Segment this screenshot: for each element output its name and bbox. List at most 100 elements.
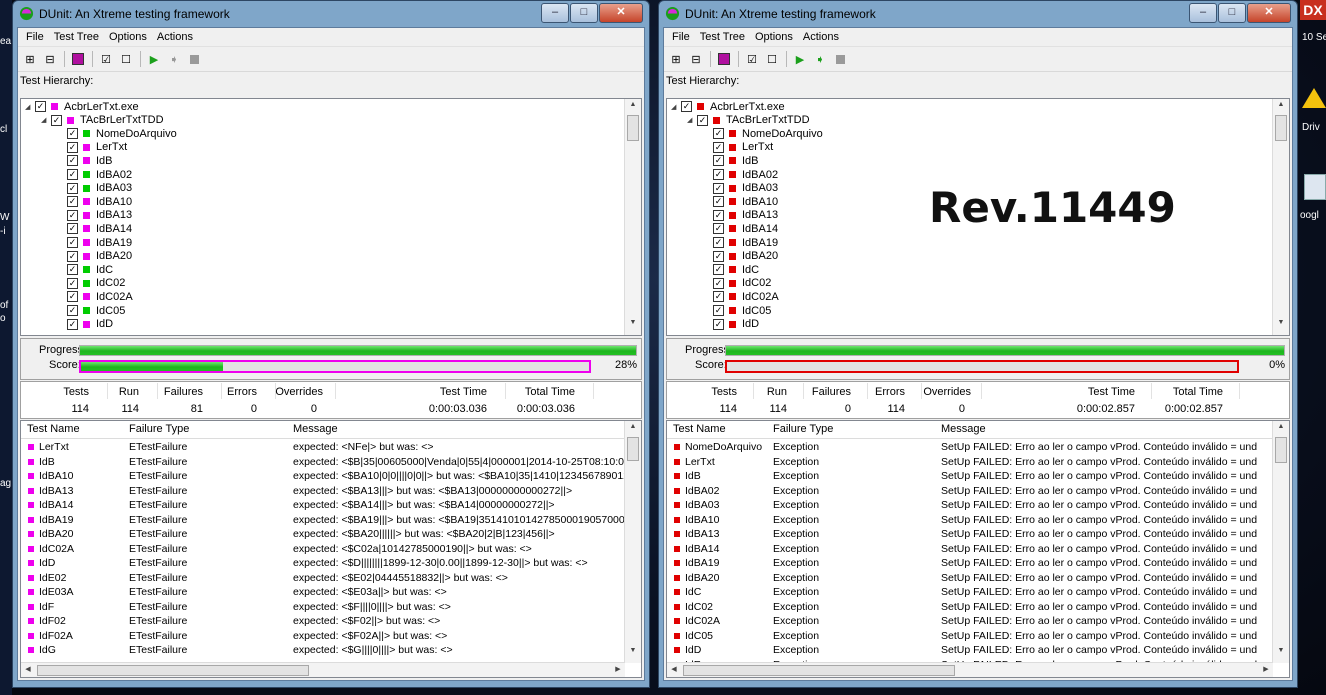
failure-row[interactable]: IdF02 ETestFailure expected: <$F02||> but … xyxy=(21,614,625,628)
failure-vertical-scrollbar[interactable]: ▲ ▼ xyxy=(1272,421,1289,663)
check-icon[interactable]: ☑ xyxy=(744,51,760,67)
failure-row[interactable]: IdC Exception SetUp FAILED: Erro ao ler o … xyxy=(667,585,1273,599)
tree-checkbox[interactable]: ✓ xyxy=(697,114,708,126)
expand-all-icon[interactable]: ⊞ xyxy=(668,51,684,67)
tree-node[interactable]: ◢ ✓ TAcBrLerTxtTDD xyxy=(687,114,810,127)
expand-all-icon[interactable]: ⊞ xyxy=(22,51,38,67)
expand-arrow-icon[interactable]: ◢ xyxy=(41,116,49,124)
tree-checkbox[interactable]: ✓ xyxy=(35,101,46,112)
failure-row[interactable]: IdF ETestFailure expected: <$F||||0||||> b… xyxy=(21,600,625,614)
failure-row[interactable]: NomeDoArquivo Exception SetUp FAILED: Erro… xyxy=(667,440,1273,454)
close-button[interactable]: ✕ xyxy=(1247,3,1291,23)
scroll-thumb[interactable] xyxy=(1275,115,1287,141)
tree-checkbox[interactable]: ✓ xyxy=(713,155,724,167)
tree-node[interactable]: ✓ IdC05 xyxy=(703,304,771,317)
tree-node[interactable]: ✓ IdBA13 xyxy=(703,209,778,222)
tree-node[interactable]: ✓ IdC05 xyxy=(57,304,125,317)
tree-checkbox[interactable]: ✓ xyxy=(67,264,78,276)
minimize-button[interactable]: – xyxy=(541,3,569,23)
tree-node[interactable]: ✓ NomeDoArquivo xyxy=(703,127,823,140)
select-all-icon[interactable] xyxy=(716,51,732,67)
scroll-thumb[interactable] xyxy=(627,437,639,461)
stop-icon[interactable] xyxy=(832,51,848,67)
scroll-right-icon[interactable]: ▶ xyxy=(1259,663,1273,677)
scroll-down-icon[interactable]: ▼ xyxy=(625,319,641,333)
run-selected-icon[interactable]: ➧ xyxy=(812,51,828,67)
tree-node[interactable]: ✓ IdB xyxy=(57,154,113,167)
run-selected-icon[interactable]: ➧ xyxy=(166,51,182,67)
tree-node[interactable]: ◢ ✓ AcbrLerTxt.exe xyxy=(25,100,139,113)
failure-row[interactable]: IdC02A ETestFailure expected: <$C02a|10142… xyxy=(21,542,625,556)
run-icon[interactable]: ▶ xyxy=(146,51,162,67)
tree-node[interactable]: ✓ IdBA13 xyxy=(57,209,132,222)
failure-row[interactable]: IdBA20 Exception SetUp FAILED: Erro ao ler… xyxy=(667,571,1273,585)
scroll-down-icon[interactable]: ▼ xyxy=(1273,319,1289,333)
tree-node[interactable]: ✓ IdBA03 xyxy=(703,182,778,195)
failure-list[interactable]: Test Name Failure Type Message NomeDoArq… xyxy=(666,420,1290,678)
tree-node[interactable]: ✓ IdBA19 xyxy=(57,236,132,249)
failure-row[interactable]: IdBA10 ETestFailure expected: <$BA10|0|0||… xyxy=(21,469,625,483)
failure-row[interactable]: IdBA02 Exception SetUp FAILED: Erro ao ler… xyxy=(667,484,1273,498)
tree-checkbox[interactable]: ✓ xyxy=(713,264,724,276)
tree-checkbox[interactable]: ✓ xyxy=(713,182,724,194)
column-message[interactable]: Message xyxy=(293,423,338,435)
tree-checkbox[interactable]: ✓ xyxy=(67,291,78,303)
failure-row[interactable]: IdBA19 Exception SetUp FAILED: Erro ao ler… xyxy=(667,556,1273,570)
tree-checkbox[interactable]: ✓ xyxy=(67,237,78,248)
scroll-thumb[interactable] xyxy=(37,665,309,676)
drive-icon[interactable] xyxy=(1302,88,1326,108)
select-all-icon[interactable] xyxy=(70,51,86,67)
tree-node[interactable]: ✓ IdC02 xyxy=(57,277,125,290)
tree-checkbox[interactable]: ✓ xyxy=(713,141,724,153)
tree-checkbox[interactable]: ✓ xyxy=(67,141,78,153)
failure-horizontal-scrollbar[interactable]: ◀ ▶ xyxy=(21,662,625,677)
scroll-down-icon[interactable]: ▼ xyxy=(1273,647,1289,661)
tree-node[interactable]: ◢ ✓ AcbrLerTxt.exe xyxy=(671,100,785,113)
failure-row[interactable]: IdBA19 ETestFailure expected: <$BA19|||> b… xyxy=(21,513,625,527)
failure-row[interactable]: IdC02 Exception SetUp FAILED: Erro ao ler … xyxy=(667,600,1273,614)
scroll-up-icon[interactable]: ▲ xyxy=(625,101,641,115)
maximize-button[interactable]: □ xyxy=(1218,3,1246,23)
tree-checkbox[interactable]: ✓ xyxy=(67,182,78,194)
failure-row[interactable]: LerTxt Exception SetUp FAILED: Erro ao ler… xyxy=(667,455,1273,469)
tree-node[interactable]: ✓ IdBA10 xyxy=(703,195,778,208)
scroll-down-icon[interactable]: ▼ xyxy=(625,647,641,661)
tree-checkbox[interactable]: ✓ xyxy=(713,318,724,330)
tree-checkbox[interactable]: ✓ xyxy=(713,223,724,235)
scroll-left-icon[interactable]: ◀ xyxy=(21,663,35,677)
tree-vertical-scrollbar[interactable]: ▲ ▼ xyxy=(1272,99,1289,335)
scroll-right-icon[interactable]: ▶ xyxy=(611,663,625,677)
tree-node[interactable]: ✓ IdD xyxy=(57,318,113,331)
tree-node[interactable]: ✓ IdC02 xyxy=(703,277,771,290)
failure-row[interactable]: IdC05 Exception SetUp FAILED: Erro ao ler … xyxy=(667,629,1273,643)
failure-row[interactable]: IdBA20 ETestFailure expected: <$BA20||||||… xyxy=(21,527,625,541)
menu-actions[interactable]: Actions xyxy=(798,31,844,43)
tree-node[interactable]: ✓ IdC xyxy=(703,263,759,276)
tree-checkbox[interactable]: ✓ xyxy=(67,277,78,289)
scroll-thumb[interactable] xyxy=(1275,437,1287,463)
tree-checkbox[interactable]: ✓ xyxy=(67,223,78,235)
title-bar[interactable]: DUnit: An Xtreme testing framework – □ ✕ xyxy=(17,1,645,27)
failure-row[interactable]: IdD ETestFailure expected: <$D||||||||1899… xyxy=(21,556,625,570)
scroll-up-icon[interactable]: ▲ xyxy=(625,423,641,437)
menu-file[interactable]: File xyxy=(667,31,695,43)
maximize-button[interactable]: □ xyxy=(570,3,598,23)
failure-row[interactable]: IdE03A ETestFailure expected: <$E03a||> bu… xyxy=(21,585,625,599)
failure-row[interactable]: LerTxt ETestFailure expected: <NFe|> but w… xyxy=(21,440,625,454)
tree-checkbox[interactable]: ✓ xyxy=(67,305,78,316)
failure-row[interactable]: IdB ETestFailure expected: <$B|35|00605000… xyxy=(21,455,625,469)
tree-checkbox[interactable]: ✓ xyxy=(713,277,724,289)
tree-checkbox[interactable]: ✓ xyxy=(67,196,78,208)
tree-node[interactable]: ✓ IdBA02 xyxy=(703,168,778,181)
desktop-shortcut-icon[interactable] xyxy=(1304,174,1326,200)
tree-checkbox[interactable]: ✓ xyxy=(67,318,78,330)
tree-node[interactable]: ✓ IdC xyxy=(57,263,113,276)
collapse-all-icon[interactable]: ⊟ xyxy=(688,51,704,67)
failure-row[interactable]: IdBA13 Exception SetUp FAILED: Erro ao ler… xyxy=(667,527,1273,541)
tree-node[interactable]: ✓ IdBA14 xyxy=(57,222,132,235)
tree-node[interactable]: ✓ IdBA19 xyxy=(703,236,778,249)
close-button[interactable]: ✕ xyxy=(599,3,643,23)
tree-node[interactable]: ✓ IdBA20 xyxy=(57,250,132,263)
tree-checkbox[interactable]: ✓ xyxy=(67,128,78,140)
failure-row[interactable]: IdC02A Exception SetUp FAILED: Erro ao ler… xyxy=(667,614,1273,628)
